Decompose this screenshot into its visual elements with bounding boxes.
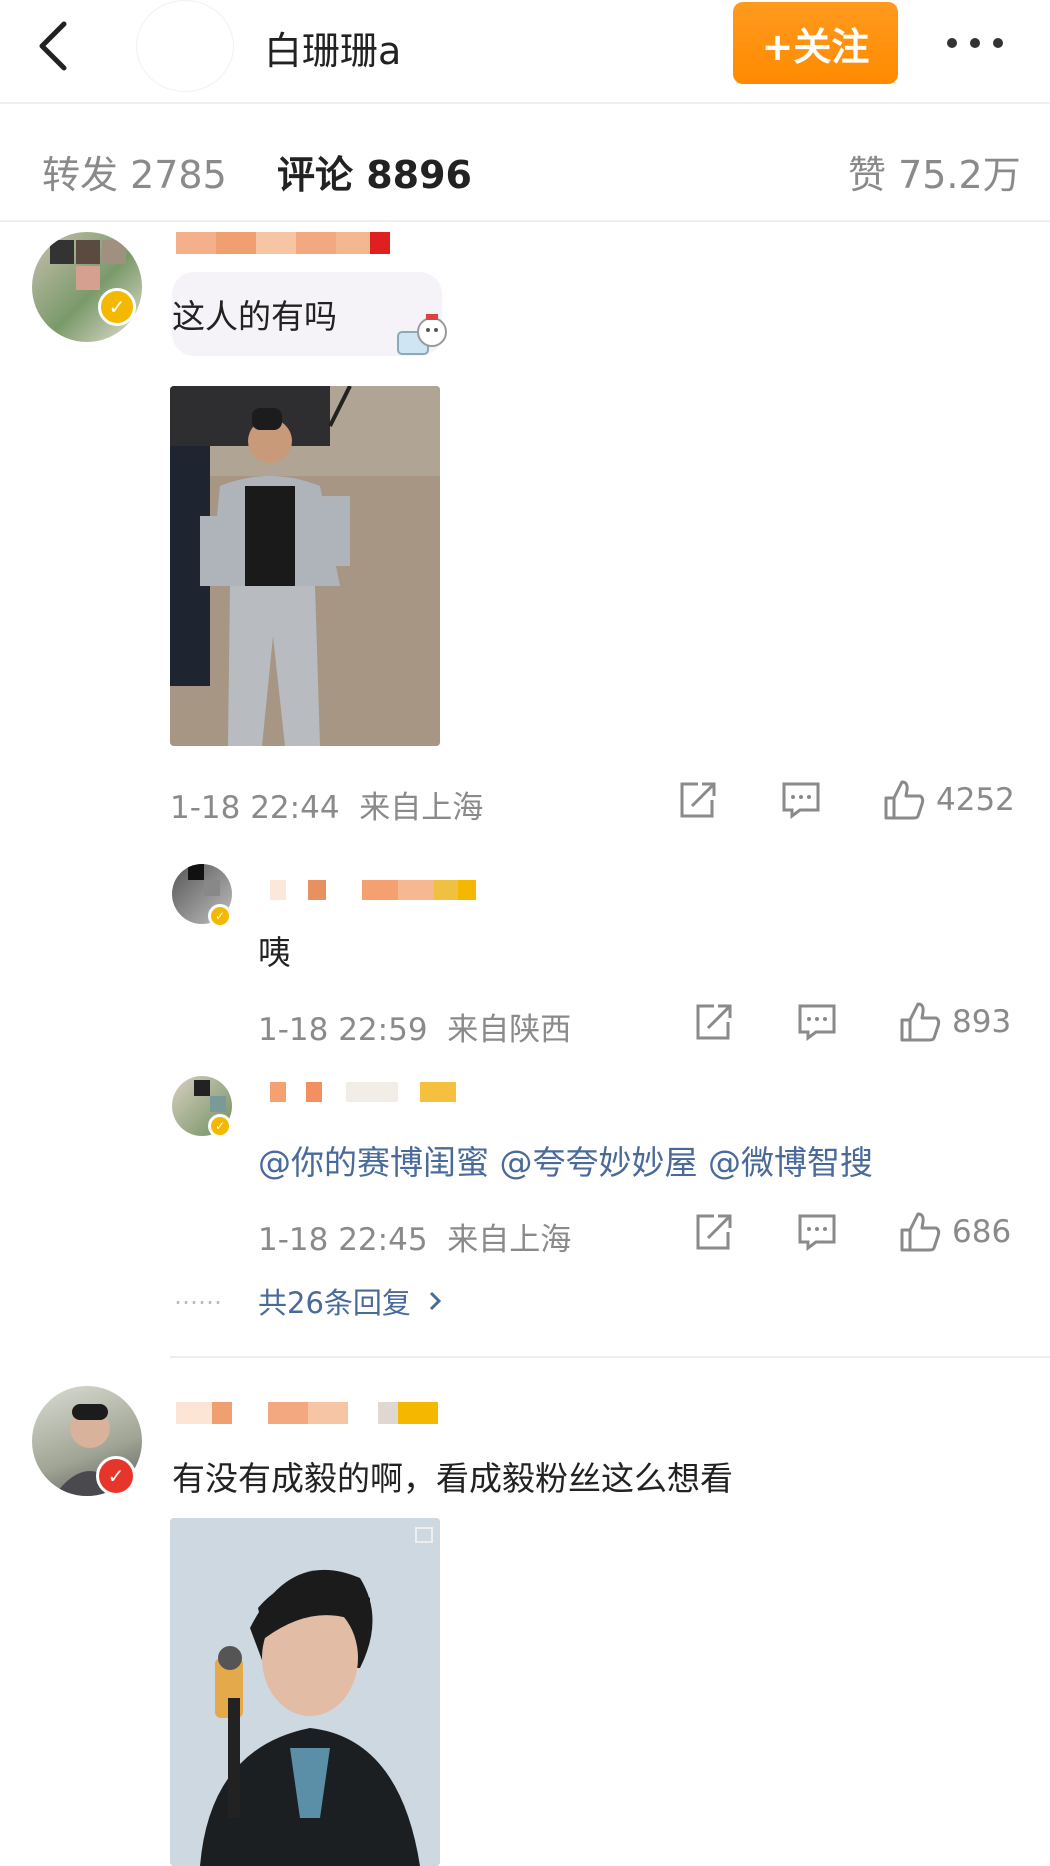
author-name[interactable]: 白珊珊a <box>264 20 401 75</box>
like-button[interactable]: 686 <box>898 1210 1011 1254</box>
verified-icon: ✓ <box>208 1114 232 1138</box>
username[interactable] <box>270 880 476 900</box>
comment-icon[interactable] <box>796 1002 838 1042</box>
verified-icon: ✓ <box>208 904 232 928</box>
comment-icon[interactable] <box>796 1212 838 1252</box>
like-count: 893 <box>952 1004 1012 1040</box>
reply-text-mentions[interactable]: @你的赛博闺蜜 @夸夸妙妙屋 @微博智搜 <box>258 1136 873 1184</box>
divider <box>170 1356 1050 1358</box>
like-icon <box>884 780 925 820</box>
username[interactable] <box>176 1402 438 1424</box>
avatar[interactable] <box>32 232 142 342</box>
comment-text: 有没有成毅的啊，看成毅粉丝这么想看 <box>172 1459 733 1498</box>
comment-text: 这人的有吗 <box>172 297 337 336</box>
tab-bar: 转发 2785 评论 8896 赞 75.2万 <box>0 104 1050 222</box>
share-icon[interactable] <box>692 1002 734 1042</box>
author-avatar[interactable] <box>136 0 234 92</box>
share-icon[interactable] <box>676 780 718 820</box>
username[interactable] <box>270 1082 456 1102</box>
more-dots-icon[interactable] <box>940 26 1010 60</box>
top-bar: 白珊珊a +关注 <box>0 0 1050 104</box>
like-count: 686 <box>952 1214 1012 1250</box>
follow-button[interactable]: +关注 <box>733 2 898 84</box>
like-button[interactable]: 893 <box>898 1000 1011 1044</box>
verified-icon: ✓ <box>96 1456 136 1496</box>
comment-photo[interactable] <box>170 1518 440 1866</box>
comment-photo[interactable] <box>170 386 440 746</box>
bubble-sticker-icon <box>388 310 452 364</box>
comment-icon[interactable] <box>780 780 822 820</box>
verified-icon: ✓ <box>98 288 136 326</box>
username[interactable] <box>176 232 390 254</box>
like-count: 4252 <box>936 782 1015 818</box>
share-icon[interactable] <box>692 1212 734 1252</box>
comment-time: 1-18 22:44 来自上海 <box>170 790 484 826</box>
like-icon <box>900 1212 941 1252</box>
more-replies-prefix: …… <box>174 1282 222 1310</box>
like-icon <box>900 1002 941 1042</box>
tab-repost[interactable]: 转发 2785 <box>42 144 227 199</box>
like-button[interactable]: 4252 <box>882 778 1015 822</box>
tab-like[interactable]: 赞 75.2万 <box>848 144 1021 199</box>
reply-time: 1-18 22:45 来自上海 <box>258 1222 572 1258</box>
reply-text: 咦 <box>258 933 291 972</box>
reply-time: 1-18 22:59 来自陕西 <box>258 1012 572 1048</box>
tab-comment[interactable]: 评论 8896 <box>277 144 472 199</box>
chevron-right-icon <box>429 1291 442 1311</box>
more-replies-link[interactable]: 共26条回复 <box>258 1280 447 1322</box>
back-arrow-icon[interactable] <box>30 16 80 76</box>
